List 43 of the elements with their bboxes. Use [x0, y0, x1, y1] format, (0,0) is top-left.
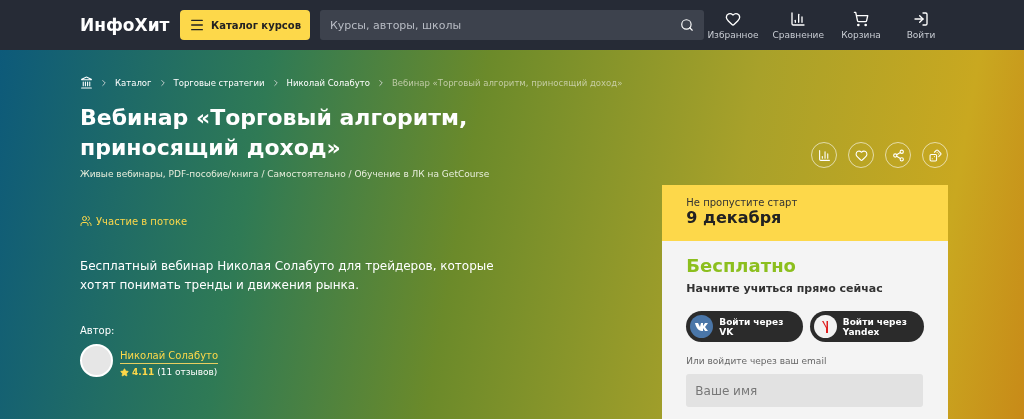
dice-icon — [928, 148, 942, 162]
social-login-button[interactable]: Войти через Yandex — [809, 311, 925, 342]
nav-link[interactable]: Войти — [898, 10, 944, 40]
nav-link[interactable]: Избранное — [707, 10, 759, 40]
email-hint: Или войдите через ваш email — [686, 356, 828, 366]
author-link[interactable]: Николай Солабуто — [120, 350, 219, 364]
login-icon — [913, 10, 929, 27]
reviews-count: (11 отзывов) — [157, 367, 218, 377]
vk-logo-icon — [690, 315, 714, 338]
yandex-logo-icon — [813, 315, 837, 338]
course-formats: Живые вебинары, PDF-пособие/книга / Самостоятельно / Обучение в ЛК на GetCourse — [80, 169, 491, 179]
share-icon — [891, 148, 905, 162]
page-title: Вебинар «Торговый алгоритм, приносящий доход» — [80, 104, 469, 162]
participation-label: Участие в потоке — [96, 215, 188, 227]
start-caption: Не пропустите старт — [686, 197, 799, 208]
start-date: 9 декабря — [686, 208, 783, 227]
price-label: Бесплатно — [686, 255, 797, 276]
menu-icon — [189, 17, 205, 33]
course-description: Бесплатный вебинар Николая Солабуто для трейдеров, которые хотят понимать тренды и движения рынка. — [80, 258, 495, 294]
star-icon — [120, 367, 129, 377]
catalog-button[interactable]: Каталог курсов — [180, 10, 310, 40]
author-label: Автор: — [80, 325, 116, 336]
cart-icon — [853, 10, 869, 27]
home-icon[interactable] — [80, 76, 93, 89]
people-icon — [80, 215, 92, 227]
bar-chart-icon — [817, 148, 831, 162]
bar-chart-icon — [790, 10, 807, 27]
search-icon[interactable] — [679, 18, 694, 32]
nav-link[interactable]: Сравнение — [772, 10, 824, 40]
card-tagline: Начните учиться прямо сейчас — [686, 282, 884, 295]
chevron-icon — [99, 77, 109, 88]
social-login-button[interactable]: Войти через VK — [686, 311, 803, 342]
breadcrumb-link[interactable]: Каталог — [115, 77, 152, 88]
heart-icon — [854, 148, 868, 162]
search-field[interactable]: Курсы, авторы, школы — [319, 10, 704, 40]
avatar — [80, 344, 113, 377]
breadcrumb-link[interactable]: Торговые стратегии — [173, 77, 265, 88]
breadcrumb-link[interactable]: Николай Солабуто — [286, 77, 370, 88]
site-logo[interactable]: ИнфоХит — [80, 15, 180, 35]
rating-value: 4.11 — [132, 367, 155, 377]
heart-icon — [724, 10, 741, 27]
name-input[interactable]: Ваше имя — [686, 374, 924, 407]
nav-link[interactable]: Корзина — [838, 10, 884, 40]
